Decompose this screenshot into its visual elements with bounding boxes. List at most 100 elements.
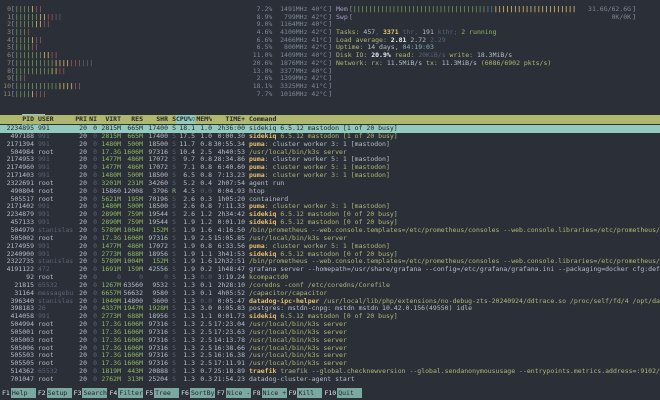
cell-virt: 17.3G [97, 235, 121, 243]
process-row-514362[interactable]: 514362655322001819M443M20888S1.30.725:18… [0, 368, 660, 376]
cell-res: 1606M [121, 345, 143, 353]
process-row-2174953[interactable]: 21749539912001477M486M17072S9.70.828:34.… [0, 156, 660, 164]
cell-command: kcompactd0 [245, 274, 660, 282]
process-row-505505[interactable]: 505505root20017.3G1606M97316S1.32.517:11… [0, 360, 660, 368]
cell-command: puma: cluster worker 5: 1 [mastodon] [245, 164, 660, 172]
process-row-504994[interactable]: 504994root20017.3G1606M97316S1.32.517:23… [0, 321, 660, 329]
meter-pipes: || [42, 21, 50, 28]
process-row-505001[interactable]: 505001root20017.3G1606M97316S1.32.517:23… [0, 329, 660, 337]
meter-pipes: || [54, 14, 62, 21]
process-row-2171402[interactable]: 21714029912001480M500M18500S2.60.87:11.3… [0, 203, 660, 211]
process-row-504979[interactable]: 504979stanislas2005789M1004M152MS1.91.64… [0, 227, 660, 235]
cell-pid: 2322735 [2, 258, 34, 266]
meter-pipes: || [46, 14, 54, 21]
cell-shr: 17400 [143, 125, 168, 133]
meter-pipes: || [50, 68, 58, 75]
cell-ni: 0 [87, 141, 97, 149]
cell-pid: 2174959 [2, 243, 34, 251]
cell-shr: 0 [143, 274, 168, 282]
col-header-user[interactable]: USER [34, 115, 74, 124]
cell-mem: 1.2 [195, 211, 212, 219]
process-row-2240900[interactable]: 22409009912002773M688M18956S1.91.13h41:5… [0, 251, 660, 259]
cell-res: 688M [121, 313, 143, 321]
process-row-398183[interactable]: 398183262004337M1947M1928MS1.33.00:05.83… [0, 305, 660, 313]
process-row-457133[interactable]: 4571339912002890M759M19544S1.91.20:01.10… [0, 219, 660, 227]
cell-ni: 0 [87, 376, 97, 384]
fkey-tree[interactable]: F5Tree [143, 388, 179, 398]
process-row-92[interactable]: 92root200000S1.30.03:19.24kcompactd0 [0, 274, 660, 282]
cell-command: containerd [245, 196, 660, 204]
process-row-497188[interactable]: 4971889912002815M665M17400S17.51.00:00.3… [0, 133, 660, 141]
process-row-21815[interactable]: 21815655322001267M635609532S1.30.12h28:1… [0, 282, 660, 290]
cell-mem: 1.1 [195, 313, 212, 321]
process-row-2171403[interactable]: 21714039912001480M500M18500S6.50.87:13.2… [0, 172, 660, 180]
fkey-nice[interactable]: F8Nice + [251, 388, 287, 398]
col-header-mem[interactable]: MEM% [195, 115, 212, 124]
cell-cpu: 18.1 [176, 125, 195, 133]
process-row-505003[interactable]: 505003root20017.3G1606M97316S1.32.514:13… [0, 337, 660, 345]
cell-mem: 0.3 [195, 196, 212, 204]
col-header-s[interactable]: S [168, 115, 176, 124]
cell-cpu: 5.2 [176, 180, 195, 188]
process-row-2174959[interactable]: 21749599912001477M486M17072S1.90.86:33.5… [0, 243, 660, 251]
fkey-quit[interactable]: F10Quit [322, 388, 362, 398]
cpu-meter-0-bar: ||||||| 7.2% 1491MHz 40°C [15, 6, 328, 14]
fkey-nice[interactable]: F7Nice - [215, 388, 251, 398]
cell-cpu: 1.9 [176, 243, 195, 251]
process-row-2322735[interactable]: 2322735stanislas2005789M1004M152MS1.91.6… [0, 258, 660, 266]
cell-mem: 1.0 [195, 133, 212, 141]
process-row-2322691[interactable]: 2322691root2003201M231M34260S5.20.42h07:… [0, 180, 660, 188]
cell-shr: 19544 [143, 219, 168, 227]
col-header-pri[interactable]: PRI [74, 115, 87, 124]
process-row-396340[interactable]: 396340stanislas2001040M148003600S1.30.00… [0, 298, 660, 306]
meter-pipes: |||| [15, 91, 31, 98]
process-row-490804[interactable]: 490804root20015860120083796R4.50.00:04.9… [0, 188, 660, 196]
process-row-2171394[interactable]: 21713949912001480M500M18500S11.70.830:55… [0, 141, 660, 149]
fkey-setup[interactable]: F2Setup [36, 388, 72, 398]
col-header-virt[interactable]: VIRT [97, 115, 121, 124]
cell-time: 28:34.86 [212, 156, 245, 164]
cpu-meter-7-text: 20.6% 1876MHz 42°C [253, 60, 327, 68]
meter-pipes: || [35, 37, 43, 44]
col-header-command[interactable]: Command [245, 115, 660, 124]
process-row-414058[interactable]: 4140589912002773M688M18956S1.31.10:01.73… [0, 313, 660, 321]
cell-mem: 0.0 [195, 274, 212, 282]
process-row-504984[interactable]: 504984root20017.3G1606M97316S10.42.54h40… [0, 149, 660, 157]
col-header-time[interactable]: TIME+ [212, 115, 245, 124]
col-header-cpu[interactable]: CPU%▽ [176, 115, 195, 124]
cell-command: sidekiq 6.5.12 mastodon [0 of 20 busy] [245, 251, 660, 259]
col-header-shr[interactable]: SHR [143, 115, 168, 124]
col-header-res[interactable]: RES [121, 115, 143, 124]
fkey-help[interactable]: F1Help [0, 388, 36, 398]
col-header-ni[interactable]: NI [87, 115, 97, 124]
meter-pipes: |||| [58, 83, 74, 90]
fkey-filter[interactable]: F4Filter [107, 388, 143, 398]
process-row-505503[interactable]: 505503root20017.3G1606M97316S1.32.516:16… [0, 352, 660, 360]
cell-pri: 20 [74, 345, 87, 353]
cell-cpu: 1.3 [176, 337, 195, 345]
cell-pid: 2171403 [2, 172, 34, 180]
process-row-505517[interactable]: 505517root2005621M195M70196S2.60.31h05:2… [0, 196, 660, 204]
cell-pri: 20 [74, 141, 87, 149]
process-row-505006[interactable]: 505006root20017.3G1606M97316S1.32.516:38… [0, 345, 660, 353]
cell-pri: 20 [74, 258, 87, 266]
cell-shr: 152M [143, 227, 168, 235]
process-row-31164[interactable]: 31164messagebus2006657M566329580S1.30.14… [0, 290, 660, 298]
process-row-2174960[interactable]: 21749609912001477M486M17072S7.10.86:40.6… [0, 164, 660, 172]
cell-virt: 1477M [97, 164, 121, 172]
process-row-505002[interactable]: 505002root20017.3G1606M97316S1.92.515:05… [0, 235, 660, 243]
cell-time: 15:05.85 [212, 235, 245, 243]
process-row-701047[interactable]: 701047root2002762M313M25204S1.30.321:54.… [0, 376, 660, 384]
process-row-2234879[interactable]: 22348799912002890M759M19544S2.61.22h34:4… [0, 211, 660, 219]
process-row-2234895-selected[interactable]: 22348959912002815M665M17400S18.11.02h36:… [0, 125, 660, 133]
fkey-label: Filter [118, 388, 143, 398]
fkey-kill[interactable]: F9Kill [287, 388, 323, 398]
cell-pri: 20 [74, 274, 87, 282]
col-header-pid[interactable]: PID [2, 115, 34, 124]
command-seg: postgres: mstdn-cnpg: mstdn mstdn 10.42.… [249, 305, 472, 312]
meter-pipes: |||| [54, 60, 70, 67]
fkey-sortby[interactable]: F6SortBy [179, 388, 215, 398]
cell-mem: 2.5 [195, 352, 212, 360]
fkey-search[interactable]: F3Search [72, 388, 108, 398]
process-row-4191122[interactable]: 41911224722001691M159M42556S1.90.21h48:4… [0, 266, 660, 274]
